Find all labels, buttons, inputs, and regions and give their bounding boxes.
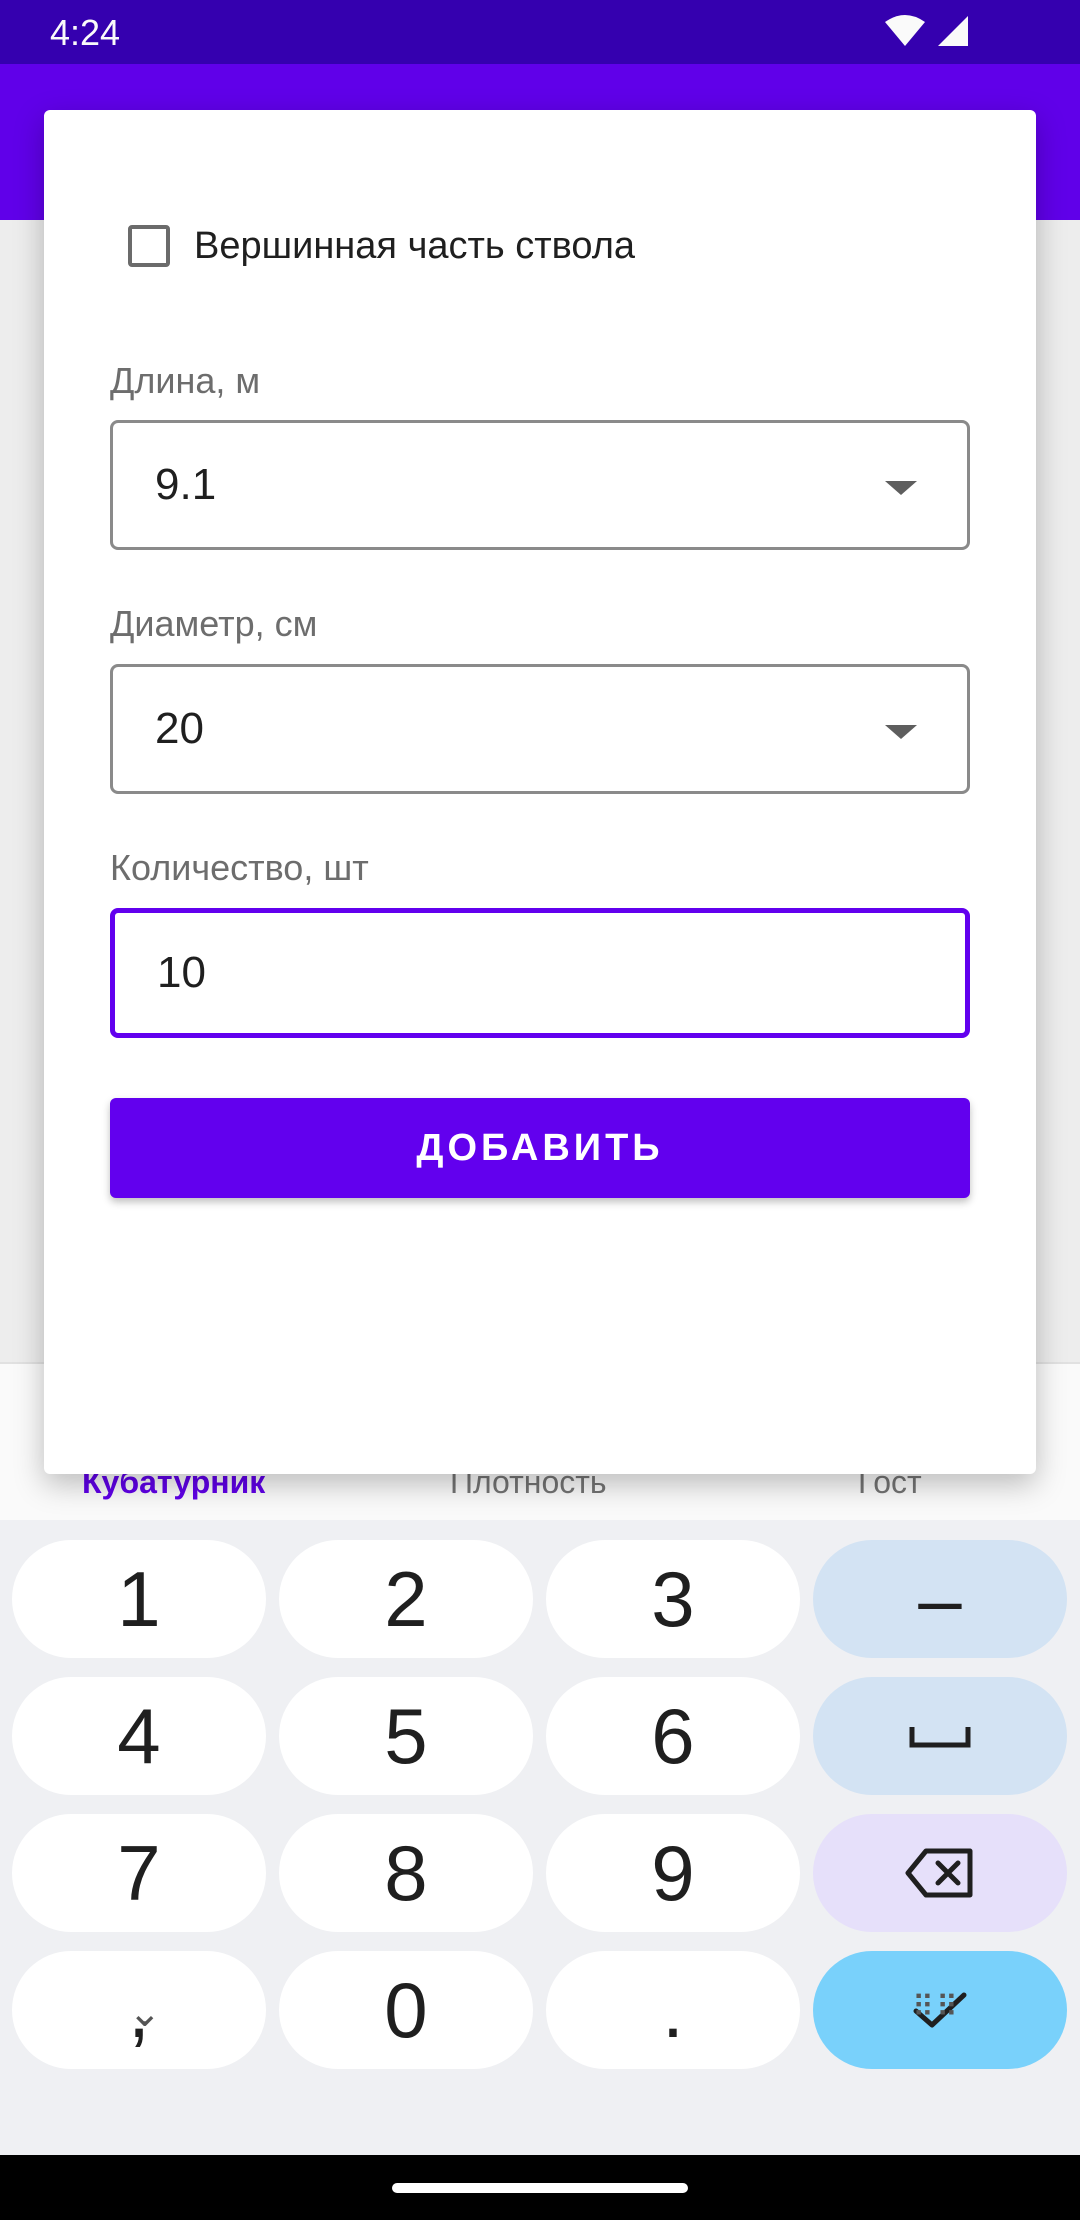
- quantity-field[interactable]: [110, 908, 970, 1038]
- key-1[interactable]: 1: [12, 1540, 266, 1658]
- top-part-checkbox-label: Вершинная часть ствола: [194, 224, 636, 267]
- length-dropdown[interactable]: 9.1: [110, 420, 970, 550]
- add-log-dialog: Вершинная часть ствола Длина, м 9.1 Диам…: [44, 110, 1036, 1474]
- key-backspace[interactable]: [813, 1814, 1067, 1932]
- length-label: Длина, м: [110, 360, 261, 401]
- top-part-checkbox-row[interactable]: Вершинная часть ствола: [128, 216, 635, 276]
- key-9[interactable]: 9: [546, 1814, 800, 1932]
- key-8[interactable]: 8: [279, 1814, 533, 1932]
- key-5[interactable]: 5: [279, 1677, 533, 1795]
- key-3[interactable]: 3: [546, 1540, 800, 1658]
- space-icon: [909, 1727, 971, 1748]
- diameter-value: 20: [155, 704, 204, 753]
- diameter-label: Диаметр, см: [110, 603, 318, 644]
- key-space[interactable]: [813, 1677, 1067, 1795]
- home-gesture-handle[interactable]: [392, 2183, 688, 2193]
- backspace-icon: [905, 1848, 973, 1898]
- key-minus[interactable]: –: [813, 1540, 1067, 1658]
- key-6[interactable]: 6: [546, 1677, 800, 1795]
- key-7[interactable]: 7: [12, 1814, 266, 1932]
- quantity-input[interactable]: [155, 947, 919, 999]
- length-value: 9.1: [155, 460, 217, 509]
- collapse-keyboard-icon[interactable]: ⌄: [128, 1990, 162, 2036]
- add-button[interactable]: ДОБАВИТЬ: [110, 1098, 970, 1198]
- diameter-dropdown[interactable]: 20: [110, 664, 970, 794]
- key-2[interactable]: 2: [279, 1540, 533, 1658]
- top-part-checkbox[interactable]: [128, 225, 170, 267]
- key-0[interactable]: 0: [279, 1951, 533, 2069]
- keyboard-switch-icon[interactable]: ⠿⠿: [912, 1990, 960, 2025]
- quantity-label: Количество, шт: [110, 847, 369, 888]
- key-period[interactable]: .: [546, 1951, 800, 2069]
- dropdown-arrow-icon: [885, 481, 917, 495]
- dropdown-arrow-icon: [885, 725, 917, 739]
- key-4[interactable]: 4: [12, 1677, 266, 1795]
